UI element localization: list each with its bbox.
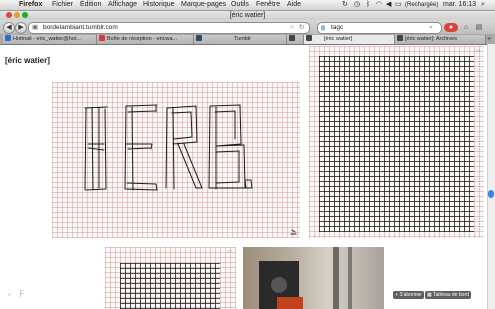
tab-label: Hotmail - eric_watier@hot... xyxy=(13,36,81,42)
blog-title[interactable]: [éric watier] xyxy=(5,56,50,65)
tumblr-icon xyxy=(196,35,202,41)
tab-hotmail[interactable]: Hotmail - eric_watier@hot... xyxy=(3,35,97,44)
orange-object xyxy=(277,297,303,309)
tab-eric-watier[interactable]: [éric watier] xyxy=(304,35,395,44)
note-mark: Ƒ xyxy=(20,291,24,297)
reload-icon[interactable]: ↻ xyxy=(299,23,304,33)
menu-item-fichier[interactable]: Fichier xyxy=(52,0,73,10)
page-number: 17 xyxy=(227,249,232,254)
app-menu[interactable]: Firefox xyxy=(19,0,42,10)
new-tab-button[interactable]: + xyxy=(487,35,491,44)
menu-item-edition[interactable]: Édition xyxy=(80,0,101,10)
volume-icon[interactable]: ◀ xyxy=(386,0,391,10)
minimize-window-icon[interactable] xyxy=(14,12,20,18)
forward-button[interactable]: ▶ xyxy=(15,22,27,34)
window-title: [éric watier] xyxy=(0,11,495,20)
scrollbar[interactable] xyxy=(487,44,495,309)
sync-icon[interactable]: ↻ xyxy=(342,0,348,10)
hand-drawn-grid xyxy=(319,56,474,232)
scrollbar-thumb[interactable] xyxy=(488,190,494,198)
bluetooth-icon[interactable]: ᛒ xyxy=(366,0,370,10)
dashboard-button[interactable]: ▦ Tableau de bord xyxy=(425,291,471,299)
search-engine-icon[interactable]: g xyxy=(321,23,325,33)
search-input[interactable]: tagc xyxy=(331,23,343,33)
herb-drawing[interactable] xyxy=(52,82,300,238)
page-icon xyxy=(306,35,312,41)
tab-untitled[interactable] xyxy=(287,35,304,44)
wifi-icon[interactable]: ◠ xyxy=(376,0,382,10)
page-icon xyxy=(397,35,403,41)
hotmail-icon xyxy=(5,35,11,41)
menu-bar: Firefox Fichier Édition Affichage Histor… xyxy=(0,0,495,11)
site-identity-icon[interactable]: ▣ xyxy=(32,23,38,33)
tab-tumblr[interactable]: Tumblr xyxy=(194,35,287,44)
menu-item-aide[interactable]: Aide xyxy=(287,0,301,10)
page-icon xyxy=(289,35,295,41)
menu-item-fenetre[interactable]: Fenêtre xyxy=(256,0,280,10)
speaker-cone xyxy=(271,277,287,293)
menu-item-marque-pages[interactable]: Marque-pages xyxy=(181,0,226,10)
clock-status-icon[interactable]: ◷ xyxy=(354,0,360,10)
dashboard-label: Tableau de bord xyxy=(433,292,469,298)
battery-status: (Rechargée) xyxy=(405,2,439,8)
handwritten-letters xyxy=(84,104,297,235)
tab-label: [éric watier]: Archives xyxy=(405,36,457,42)
addon-icon[interactable]: ● xyxy=(444,23,458,32)
photo-thumbnail[interactable] xyxy=(243,247,384,309)
spotlight-icon[interactable]: ⌕ xyxy=(481,0,485,10)
zoom-window-icon[interactable] xyxy=(22,12,28,18)
search-bar[interactable]: g tagc ⌕ xyxy=(317,22,442,34)
pipe xyxy=(348,247,352,309)
tab-label: [éric watier] xyxy=(324,36,353,42)
url-bar[interactable]: ▣ bordelambiant.tumblr.com ☆ ↻ xyxy=(28,22,310,34)
tab-label: Boîte de réception - ericwa... xyxy=(107,36,178,42)
mail-icon xyxy=(99,35,105,41)
bookmark-star-icon[interactable]: ☆ xyxy=(289,23,295,33)
pipe xyxy=(333,247,339,309)
hand-drawn-grid xyxy=(120,263,220,309)
clock[interactable]: mar. 16:13 xyxy=(443,0,476,10)
tab-label: Tumblr xyxy=(234,36,251,42)
search-icon[interactable]: ⌕ xyxy=(429,23,433,33)
nav-arrows[interactable]: « xyxy=(8,292,11,298)
menu-item-affichage[interactable]: Affichage xyxy=(108,0,137,10)
close-window-icon[interactable] xyxy=(6,12,12,18)
follow-button[interactable]: + S'abonner xyxy=(393,291,424,299)
page-number: 18 xyxy=(475,48,480,53)
follow-label: S'abonner xyxy=(399,292,422,298)
battery-icon[interactable]: ▭ xyxy=(395,0,402,10)
home-icon[interactable]: ⌂ xyxy=(460,22,472,33)
grid-drawing-small[interactable]: 17 xyxy=(105,247,236,309)
grid-drawing[interactable]: 18 xyxy=(309,46,484,238)
menu-item-outils[interactable]: Outils xyxy=(231,0,249,10)
menu-item-historique[interactable]: Historique xyxy=(143,0,175,10)
tab-archives[interactable]: [éric watier]: Archives xyxy=(395,35,486,44)
url-text[interactable]: bordelambiant.tumblr.com xyxy=(43,23,118,33)
back-button[interactable]: ◀ xyxy=(3,22,15,34)
tab-inbox[interactable]: Boîte de réception - ericwa... xyxy=(97,35,194,44)
download-icon[interactable]: ▤ xyxy=(473,22,485,33)
